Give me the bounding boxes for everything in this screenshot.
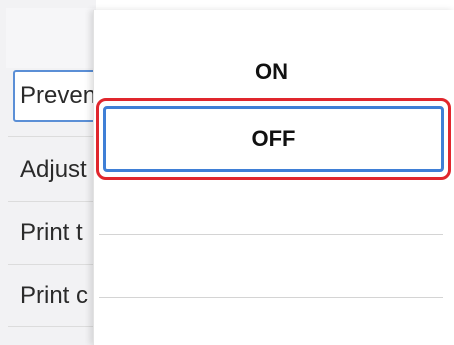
option-off[interactable]: OFF	[103, 106, 444, 172]
list-divider	[8, 201, 96, 202]
screen: Preven Adjust Print t Print c ON OFF	[0, 0, 454, 345]
highlight-outline: OFF	[96, 98, 451, 180]
empty-row-divider	[99, 297, 443, 298]
list-divider	[8, 264, 96, 265]
list-divider	[8, 136, 96, 137]
list-divider	[8, 326, 96, 327]
option-on[interactable]: ON	[94, 50, 449, 94]
empty-row-divider	[99, 234, 443, 235]
background-header	[6, 8, 96, 68]
option-popup: ON OFF	[93, 10, 454, 345]
